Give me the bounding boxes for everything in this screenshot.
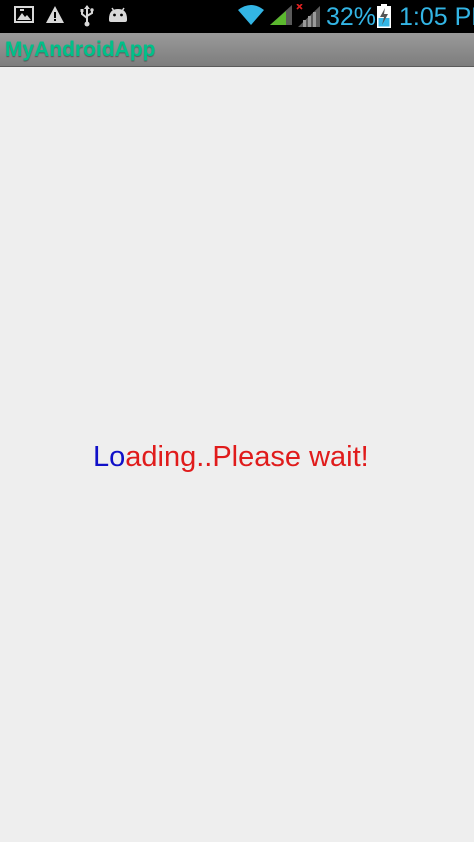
app-title: MyAndroidApp [5, 38, 156, 61]
loading-message-highlight: Lo [93, 441, 126, 473]
status-bar: 32% 1:05 PM [0, 0, 474, 33]
android-debug-icon [107, 5, 129, 27]
gallery-notification-icon [14, 5, 34, 27]
battery-percent: 32% [326, 3, 377, 31]
clock-suffix: PM [454, 3, 474, 31]
clock: 1:05 PM [399, 3, 474, 31]
wifi-icon [237, 4, 265, 26]
loading-message: Loading..Please wait! [93, 440, 369, 474]
signal-icon [269, 4, 293, 26]
clock-time: 1:05 [399, 3, 448, 31]
loading-message-rest: ading..Please wait! [125, 441, 369, 473]
usb-icon [79, 5, 95, 27]
signal-no-sim-icon [296, 4, 322, 27]
title-bar: MyAndroidApp [0, 33, 474, 67]
battery-charging-icon [377, 4, 391, 28]
warning-icon [45, 5, 65, 27]
content-area: Loading..Please wait! [0, 67, 474, 842]
